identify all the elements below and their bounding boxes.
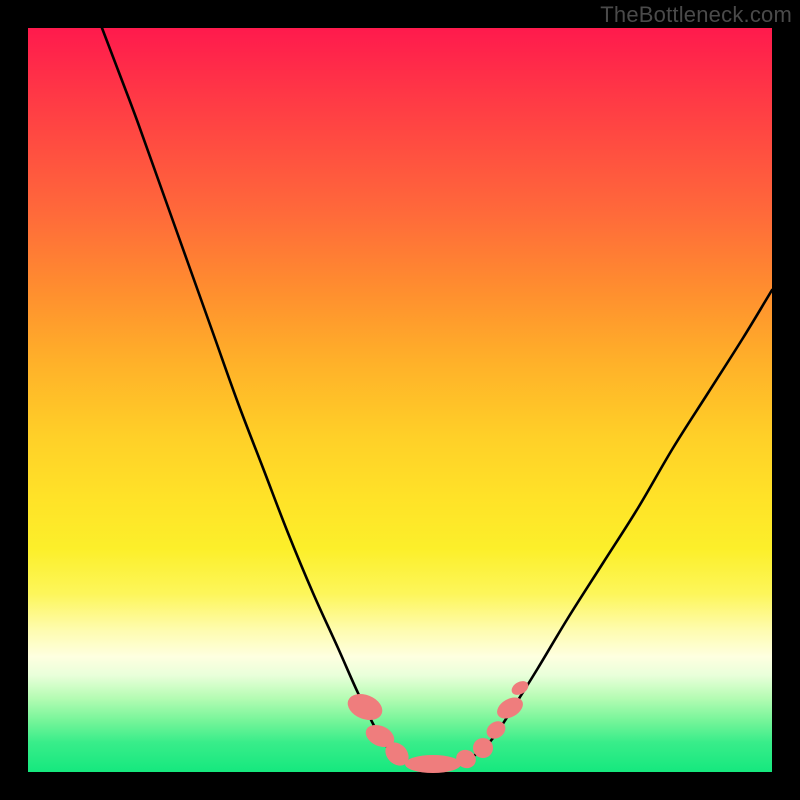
trough-marker (344, 689, 386, 725)
curve-layer (28, 28, 772, 772)
plot-area (28, 28, 772, 772)
trough-markers (344, 678, 531, 773)
chart-frame: TheBottleneck.com (0, 0, 800, 800)
trough-marker (405, 755, 461, 773)
bottleneck-curve (102, 28, 772, 765)
watermark-text: TheBottleneck.com (600, 2, 792, 28)
trough-marker (493, 693, 526, 723)
